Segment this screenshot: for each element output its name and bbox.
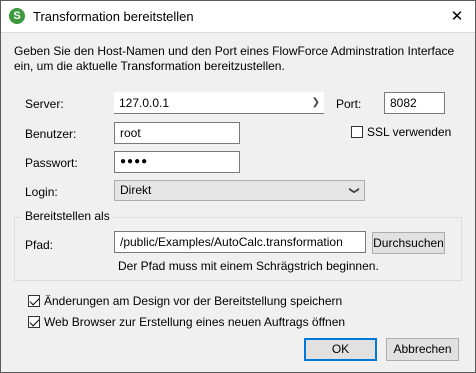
login-label: Login:	[25, 185, 58, 199]
path-label: Pfad:	[25, 238, 54, 252]
user-label: Benutzer:	[25, 127, 77, 141]
chevron-down-icon[interactable]: ❯	[312, 92, 320, 114]
app-logo-icon: S	[9, 8, 25, 24]
user-input[interactable]: root	[114, 122, 240, 144]
close-icon[interactable]: ✕	[447, 7, 467, 27]
server-combobox[interactable]: 127.0.0.1 ❯	[114, 92, 324, 114]
browse-button[interactable]: Durchsuchen	[372, 232, 445, 254]
login-value: Direkt	[120, 183, 152, 197]
path-hint: Der Pfad muss mit einem Schrägstrich beg…	[118, 259, 379, 273]
window-title: Transformation bereitstellen	[33, 9, 194, 24]
open-browser-checkbox[interactable]	[28, 316, 40, 328]
port-input[interactable]: 8082	[384, 92, 445, 114]
port-label: Port:	[336, 97, 362, 111]
password-input[interactable]: ●●●●	[114, 151, 240, 173]
chevron-down-icon: ❯	[348, 186, 360, 195]
deploy-dialog: S Transformation bereitstellen ✕ Geben S…	[0, 0, 476, 373]
server-value: 127.0.0.1	[119, 96, 170, 110]
login-select[interactable]: Direkt ❯	[114, 180, 365, 201]
intro-text: Geben Sie den Host-Namen und den Port ei…	[14, 44, 455, 73]
title-bar: S Transformation bereitstellen ✕	[1, 1, 475, 33]
ssl-label: SSL verwenden	[367, 125, 452, 139]
save-changes-checkbox[interactable]	[28, 295, 40, 307]
path-input[interactable]: /public/Examples/AutoCalc.transformation	[114, 231, 366, 253]
cancel-button[interactable]: Abbrechen	[386, 338, 459, 361]
deploy-group-title: Bereitstellen als	[22, 209, 113, 223]
server-label: Server:	[25, 97, 64, 111]
save-changes-label: Änderungen am Design vor der Bereitstell…	[44, 294, 343, 308]
password-label: Passwort:	[25, 156, 78, 170]
ssl-checkbox[interactable]	[351, 126, 363, 138]
open-browser-label: Web Browser zur Erstellung eines neuen A…	[44, 315, 346, 329]
ok-button[interactable]: OK	[304, 338, 377, 361]
